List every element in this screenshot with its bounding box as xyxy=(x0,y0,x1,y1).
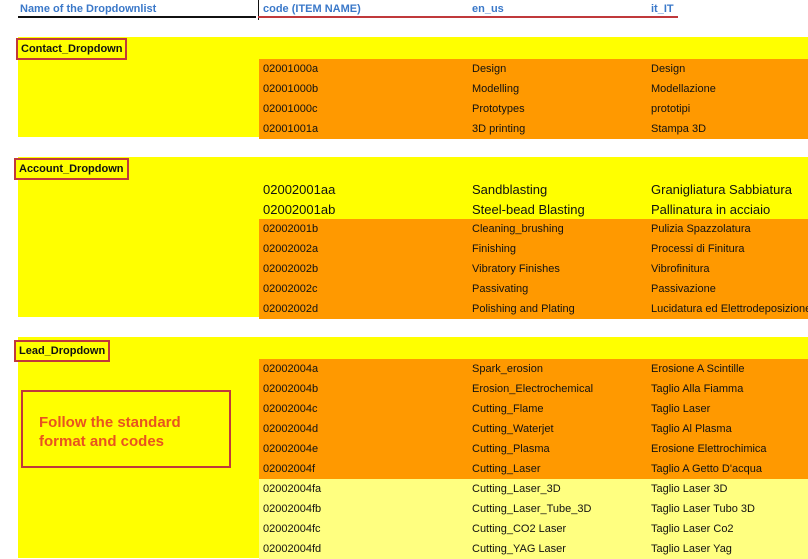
cell-en-us: Vibratory Finishes xyxy=(472,263,560,275)
cell-en-us: Design xyxy=(472,63,507,75)
cell-en-us: Cutting_Laser_3D xyxy=(472,483,561,495)
header-dropdown-name: Name of the Dropdownlist xyxy=(20,3,157,15)
cell-it-it: Processi di Finitura xyxy=(651,243,745,255)
table-row: 02002004fb Cutting_Laser_Tube_3D Taglio La… xyxy=(259,499,808,519)
cell-code: 02002004e xyxy=(263,443,319,455)
cell-en-us: Erosion_Electrochemical xyxy=(472,383,594,395)
table-row: 02002004fa Cutting_Laser_3D Taglio Laser 3… xyxy=(259,479,808,499)
cell-code: 02002004a xyxy=(263,363,319,375)
cell-en-us: 3D printing xyxy=(472,123,526,135)
cell-code: 02002002b xyxy=(263,263,319,275)
table-row: 02002004fd Cutting_YAG Laser Taglio Laser … xyxy=(259,539,808,559)
cell-en-us: Finishing xyxy=(472,243,517,255)
cell-it-it: Taglio Laser Co2 xyxy=(651,523,734,535)
table-row: 02002004e Cutting_Plasma Erosione Elettroc… xyxy=(259,439,808,459)
cell-code: 02001000b xyxy=(263,83,319,95)
cell-code: 02002004fa xyxy=(263,483,322,495)
table-row: 02002002c Passivating Passivazione xyxy=(259,279,808,299)
cell-code: 02002004fc xyxy=(263,523,321,535)
instruction-note: Follow the standard format and codes xyxy=(21,390,231,468)
cell-en-us: Cutting_Waterjet xyxy=(472,423,554,435)
table-row: 02002004d Cutting_Waterjet Taglio Al Plasm… xyxy=(259,419,808,439)
header-en-us: en_us xyxy=(472,3,504,15)
table-row: 02002001ab Steel-bead Blasting Pallinatura… xyxy=(259,199,808,219)
cell-code: 02002004fb xyxy=(263,503,322,515)
cell-en-us: Sandblasting xyxy=(472,182,548,197)
cell-it-it: Pulizia Spazzolatura xyxy=(651,223,751,235)
cell-it-it: Taglio Laser xyxy=(651,403,711,415)
cell-code: 02002001aa xyxy=(263,182,336,197)
cell-it-it: Modellazione xyxy=(651,83,716,95)
cell-code: 02002002c xyxy=(263,283,318,295)
header-underline-red xyxy=(258,16,678,18)
column-header-row: Name of the Dropdownlist code (ITEM NAME… xyxy=(0,0,808,20)
table-row: 02002002b Vibratory Finishes Vibrofinitura xyxy=(259,259,808,279)
table-row: 02002002d Polishing and Plating Lucidatura… xyxy=(259,299,808,319)
note-line-1: Follow the standard xyxy=(39,414,181,431)
header-it-it: it_IT xyxy=(651,3,674,15)
cell-en-us: Cleaning_brushing xyxy=(472,223,564,235)
cell-en-us: Spark_erosion xyxy=(472,363,543,375)
cell-it-it: Erosione Elettrochimica xyxy=(651,443,767,455)
cell-it-it: Lucidatura ed Elettrodeposizione xyxy=(651,303,808,315)
cell-en-us: Prototypes xyxy=(472,103,525,115)
table-row: 02002004fc Cutting_CO2 Laser Taglio Laser … xyxy=(259,519,808,539)
cell-it-it: Taglio Al Plasma xyxy=(651,423,732,435)
cell-code: 02001000a xyxy=(263,63,319,75)
cell-it-it: prototipi xyxy=(651,103,691,115)
cell-it-it: Stampa 3D xyxy=(651,123,707,135)
cell-en-us: Cutting_Laser_Tube_3D xyxy=(472,503,592,515)
cell-en-us: Cutting_CO2 Laser xyxy=(472,523,567,535)
cell-en-us: Cutting_Plasma xyxy=(472,443,550,455)
table-row: 02001000c Prototypes prototipi xyxy=(259,99,808,119)
cell-it-it: Pallinatura in acciaio xyxy=(651,202,771,217)
cell-en-us: Cutting_Laser xyxy=(472,463,541,475)
table-row: 02002004b Erosion_Electrochemical Taglio A… xyxy=(259,379,808,399)
cell-it-it: Design xyxy=(651,63,686,75)
cell-it-it: Taglio Laser Tubo 3D xyxy=(651,503,755,515)
table-row: 02002004c Cutting_Flame Taglio Laser xyxy=(259,399,808,419)
cell-it-it: Taglio Laser Yag xyxy=(651,543,732,555)
note-line-2: format and codes xyxy=(39,433,165,450)
section-title-account: Account_Dropdown xyxy=(14,158,129,180)
section-title-contact: Contact_Dropdown xyxy=(16,38,128,60)
cell-code: 02002004fd xyxy=(263,543,322,555)
table-row: 02002002a Finishing Processi di Finitura xyxy=(259,239,808,259)
table-row: 02002004a Spark_erosion Erosione A Scintil… xyxy=(259,359,808,379)
cell-it-it: Taglio Alla Fiamma xyxy=(651,383,744,395)
section-title-lead: Lead_Dropdown xyxy=(14,340,111,362)
table-row: 02001000a Design Design xyxy=(259,59,808,79)
table-row: 02002001aa Sandblasting Granigliatura Sabb… xyxy=(259,179,808,199)
cell-code: 02001000c xyxy=(263,103,318,115)
cell-it-it: Granigliatura Sabbiatura xyxy=(651,182,792,197)
cell-code: 02002001ab xyxy=(263,202,336,217)
cell-it-it: Taglio Laser 3D xyxy=(651,483,728,495)
header-code: code (ITEM NAME) xyxy=(263,3,361,15)
cell-code: 02002002d xyxy=(263,303,319,315)
cell-code: 02002001b xyxy=(263,223,319,235)
header-underline-black xyxy=(18,16,256,18)
cell-code: 02001001a xyxy=(263,123,319,135)
cell-code: 02002004c xyxy=(263,403,318,415)
cell-code: 02002004f xyxy=(263,463,315,475)
cell-code: 02002004b xyxy=(263,383,319,395)
cell-en-us: Polishing and Plating xyxy=(472,303,575,315)
cell-it-it: Passivazione xyxy=(651,283,716,295)
cell-code: 02002002a xyxy=(263,243,319,255)
table-row: 02002001b Cleaning_brushing Pulizia Spazzo… xyxy=(259,219,808,239)
cell-en-us: Cutting_YAG Laser xyxy=(472,543,566,555)
cell-it-it: Erosione A Scintille xyxy=(651,363,745,375)
cell-code: 02002004d xyxy=(263,423,319,435)
table-row: 02002004f Cutting_Laser Taglio A Getto D'a… xyxy=(259,459,808,479)
table-row: 02001000b Modelling Modellazione xyxy=(259,79,808,99)
cell-it-it: Taglio A Getto D'acqua xyxy=(651,463,762,475)
cell-en-us: Cutting_Flame xyxy=(472,403,544,415)
cell-it-it: Vibrofinitura xyxy=(651,263,710,275)
cell-en-us: Passivating xyxy=(472,283,529,295)
table-row: 02001001a 3D printing Stampa 3D xyxy=(259,119,808,139)
cell-en-us: Modelling xyxy=(472,83,520,95)
cell-en-us: Steel-bead Blasting xyxy=(472,202,585,217)
